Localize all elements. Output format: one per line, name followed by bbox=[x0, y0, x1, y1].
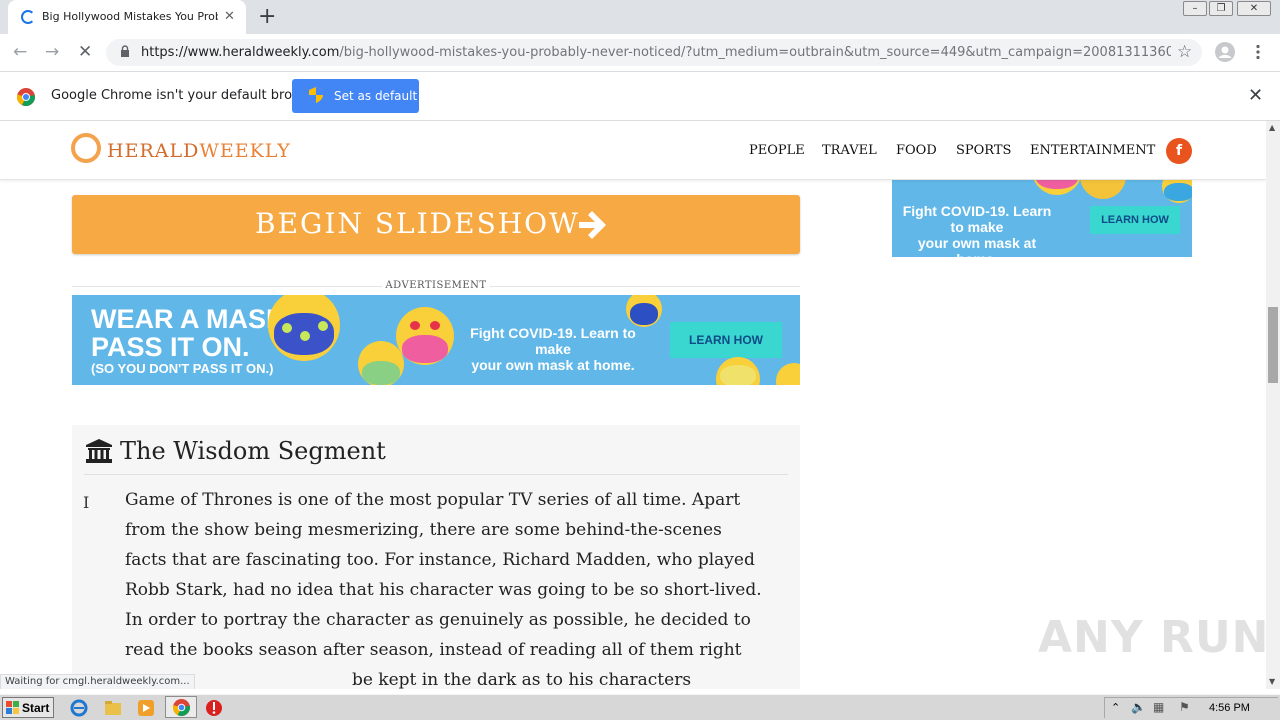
chrome-icon bbox=[173, 699, 190, 716]
slideshow-label: BEGIN SLIDESHOW bbox=[255, 207, 580, 240]
ad-learn-how-button[interactable]: LEARN HOW bbox=[670, 322, 782, 358]
stop-icon[interactable]: ✕ bbox=[78, 42, 92, 62]
back-icon[interactable]: ← bbox=[13, 42, 27, 62]
body-line: In order to portray the character as gen… bbox=[125, 610, 751, 630]
body-line: Robb Stark, had no idea that his charact… bbox=[125, 580, 762, 600]
loading-spinner-icon bbox=[21, 10, 35, 24]
text-cursor-marker: I bbox=[83, 493, 90, 512]
star-icon[interactable]: ☆ bbox=[1177, 42, 1192, 62]
browser-tab[interactable]: Big Hollywood Mistakes You Probably Neve… bbox=[8, 0, 246, 34]
logo-mark-icon bbox=[71, 133, 101, 163]
forward-icon[interactable]: → bbox=[45, 42, 59, 62]
arrow-right-icon bbox=[579, 211, 606, 239]
side-ad-text: Fight COVID-19. Learn to make your own ma… bbox=[902, 203, 1052, 257]
browser-toolbar: ← → ✕ https://www.heraldweekly.com/big-h… bbox=[0, 34, 1280, 71]
menu-icon[interactable] bbox=[1255, 44, 1261, 60]
new-tab-button[interactable]: + bbox=[258, 4, 276, 29]
body-line: facts that are fascinating too. For inst… bbox=[125, 550, 755, 570]
nav-entertainment[interactable]: ENTERTAINMENT bbox=[1030, 143, 1155, 158]
mask-ad-banner[interactable]: WEAR A MASK. PASS IT ON. (SO YOU DON'T PA… bbox=[72, 295, 800, 385]
ie-icon[interactable] bbox=[70, 699, 88, 717]
nav-people[interactable]: PEOPLE bbox=[749, 143, 805, 158]
taskbar: Start ⌃ 🔈 ▦ ⚑ 4:56 PM bbox=[0, 694, 1280, 720]
museum-icon bbox=[86, 439, 112, 463]
status-bubble: Waiting for cmgl.heraldweekly.com... bbox=[0, 674, 195, 689]
wisdom-heading: The Wisdom Segment bbox=[120, 437, 386, 465]
site-header: HERALDWEEKLY PEOPLE TRAVEL FOOD SPORTS E… bbox=[0, 121, 1266, 180]
ad-subline: (SO YOU DON'T PASS IT ON.) bbox=[91, 361, 274, 376]
restore-button[interactable]: ❐ bbox=[1209, 1, 1233, 16]
wisdom-body: Game of Thrones is one of the most popul… bbox=[125, 485, 785, 689]
scrollbar-thumb[interactable] bbox=[1268, 307, 1278, 383]
chrome-logo-icon bbox=[17, 88, 35, 106]
folder-icon[interactable] bbox=[104, 699, 122, 717]
tab-title: Big Hollywood Mistakes You Probably Neve… bbox=[42, 10, 218, 23]
body-line: be kept in the dark as to his characters bbox=[125, 670, 692, 689]
page-scrollbar[interactable]: ▲ ▼ bbox=[1266, 121, 1280, 689]
address-bar[interactable]: https://www.heraldweekly.com/big-hollywo… bbox=[106, 39, 1202, 66]
tray-expand-icon[interactable]: ⌃ bbox=[1111, 701, 1120, 714]
ad-message: Fight COVID-19. Learn to make your own ma… bbox=[470, 325, 636, 373]
begin-slideshow-button[interactable]: BEGIN SLIDESHOW bbox=[72, 195, 800, 254]
action-center-flag-icon[interactable]: ⚑ bbox=[1179, 700, 1190, 714]
nav-travel[interactable]: TRAVEL bbox=[822, 143, 877, 158]
nav-sports[interactable]: SPORTS bbox=[956, 143, 1011, 158]
chrome-taskbar-button[interactable] bbox=[165, 696, 197, 718]
emoji-masked-icon bbox=[268, 295, 340, 361]
default-browser-infobar: Google Chrome isn't your default browser… bbox=[0, 71, 1280, 121]
windows-flag-icon bbox=[6, 701, 19, 714]
facebook-icon[interactable]: f bbox=[1166, 138, 1192, 164]
url-text: https://www.heraldweekly.com/big-hollywo… bbox=[141, 45, 1171, 60]
profile-icon[interactable] bbox=[1215, 42, 1235, 62]
set-as-default-button[interactable]: Set as default bbox=[292, 79, 419, 113]
body-line: Game of Thrones is one of the most popul… bbox=[125, 490, 741, 510]
system-tray: ⌃ 🔈 ▦ ⚑ bbox=[1104, 697, 1278, 718]
window-close-button[interactable]: ✕ bbox=[1237, 1, 1271, 16]
wisdom-segment: The Wisdom Segment I Game of Thrones is … bbox=[72, 425, 800, 689]
clock[interactable]: 4:56 PM bbox=[1209, 702, 1250, 714]
url-host: https://www.heraldweekly.com bbox=[141, 45, 340, 60]
scroll-down-icon[interactable]: ▼ bbox=[1269, 677, 1275, 686]
media-player-icon[interactable] bbox=[137, 699, 155, 717]
start-button[interactable]: Start bbox=[2, 697, 54, 718]
nav-food[interactable]: FOOD bbox=[896, 143, 937, 158]
scroll-up-icon[interactable]: ▲ bbox=[1269, 123, 1275, 132]
emoji-masked-icon bbox=[716, 357, 760, 385]
url-path: /big-hollywood-mistakes-you-probably-nev… bbox=[339, 45, 1171, 60]
lock-icon bbox=[121, 45, 129, 57]
emoji-masked-icon bbox=[358, 341, 404, 385]
tab-strip: Big Hollywood Mistakes You Probably Neve… bbox=[0, 0, 1280, 34]
emoji-heart-eyes-icon bbox=[396, 307, 454, 365]
page-viewport: HERALDWEEKLY PEOPLE TRAVEL FOOD SPORTS E… bbox=[0, 121, 1266, 689]
ad-headline: WEAR A MASK. PASS IT ON. bbox=[91, 304, 293, 362]
start-label: Start bbox=[22, 701, 50, 715]
body-line: from the show being mesmerizing, there a… bbox=[125, 520, 722, 540]
network-icon[interactable]: ▦ bbox=[1153, 700, 1164, 714]
advertisement-text: ADVERTISEMENT bbox=[385, 280, 487, 291]
divider bbox=[84, 474, 788, 475]
minimize-button[interactable]: – bbox=[1183, 1, 1207, 16]
tab-close-icon[interactable]: ✕ bbox=[224, 9, 235, 24]
opera-icon[interactable] bbox=[205, 699, 223, 717]
shield-icon bbox=[309, 87, 323, 103]
logo-text: HERALDWEEKLY bbox=[107, 140, 291, 162]
infobar-close-icon[interactable]: ✕ bbox=[1248, 85, 1263, 106]
emoji-decoration bbox=[776, 363, 800, 385]
anyrun-watermark: ANY RUN bbox=[1038, 612, 1270, 663]
side-ad-banner[interactable]: Fight COVID-19. Learn to make your own ma… bbox=[892, 171, 1192, 257]
set-as-default-label: Set as default bbox=[334, 89, 418, 103]
emoji-masked-icon bbox=[626, 295, 662, 327]
infobar-message: Google Chrome isn't your default browser bbox=[51, 88, 323, 103]
body-line: read the books season after season, inst… bbox=[125, 640, 742, 660]
advertisement-label: ADVERTISEMENT bbox=[72, 280, 800, 292]
side-ad-learn-how-button[interactable]: LEARN HOW bbox=[1090, 206, 1180, 234]
volume-icon[interactable]: 🔈 bbox=[1131, 700, 1146, 714]
